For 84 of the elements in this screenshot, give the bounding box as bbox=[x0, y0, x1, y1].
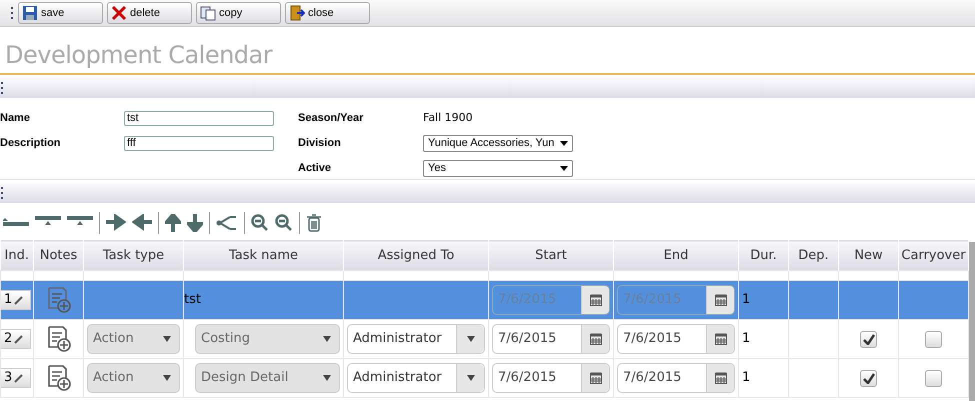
field-label: Name bbox=[0, 111, 31, 126]
column-header[interactable]: Dur. bbox=[738, 240, 788, 270]
checkbox[interactable] bbox=[925, 330, 942, 348]
dropdown[interactable]: Administrator bbox=[347, 363, 485, 393]
arrow-left-icon[interactable] bbox=[132, 214, 152, 232]
checkmark-icon bbox=[862, 334, 874, 344]
dropdown[interactable]: Yunique Accessories, Yun bbox=[423, 135, 573, 152]
dropdown[interactable]: Action bbox=[87, 324, 180, 354]
column-header[interactable]: Carryover bbox=[898, 240, 968, 270]
add-note-icon[interactable] bbox=[46, 326, 70, 352]
pencil-icon bbox=[14, 295, 24, 305]
add-note-icon[interactable] bbox=[46, 365, 70, 391]
table-cell: 1 bbox=[738, 358, 788, 398]
column-header[interactable]: End bbox=[614, 240, 738, 270]
save-icon bbox=[22, 5, 38, 21]
caret-icon bbox=[466, 336, 474, 342]
calendar-icon bbox=[590, 333, 602, 345]
column-header[interactable]: Task name bbox=[184, 240, 344, 270]
date-field[interactable]: 7/6/2015 bbox=[617, 363, 735, 393]
zoom-out-icon[interactable] bbox=[275, 214, 293, 232]
calendar-icon bbox=[714, 372, 726, 384]
checkbox[interactable] bbox=[860, 370, 877, 386]
caret-icon bbox=[560, 141, 568, 146]
delete-button[interactable]: delete bbox=[107, 2, 192, 24]
caret-icon bbox=[323, 336, 331, 342]
column-header[interactable]: Ind. bbox=[0, 240, 34, 270]
field-label: Season/Year bbox=[298, 111, 364, 126]
arrow-right-icon[interactable] bbox=[106, 214, 126, 232]
calendar-icon bbox=[590, 294, 602, 306]
save-button[interactable]: save bbox=[18, 2, 103, 24]
grip-icon bbox=[1, 81, 4, 95]
arrow-up-icon[interactable] bbox=[165, 214, 181, 232]
field-label: Description bbox=[0, 136, 62, 152]
copy-button[interactable]: copy bbox=[196, 2, 281, 24]
checkbox[interactable] bbox=[860, 330, 877, 348]
documents-icon bbox=[200, 5, 216, 21]
pencil-icon bbox=[14, 334, 24, 344]
dropdown[interactable]: Yes bbox=[423, 160, 573, 177]
column-header[interactable]: Dep. bbox=[788, 240, 838, 270]
calendar-icon bbox=[590, 372, 602, 384]
page-title: Development Calendar bbox=[0, 27, 975, 75]
table-cell: tst bbox=[184, 280, 344, 320]
column-header[interactable]: Assigned To bbox=[344, 240, 488, 270]
caret-icon bbox=[323, 375, 331, 381]
trash-icon[interactable] bbox=[306, 214, 322, 232]
row-index-button[interactable]: 2 bbox=[1, 329, 31, 349]
column-header[interactable]: New bbox=[838, 240, 898, 270]
input-field[interactable]: fff bbox=[124, 136, 274, 151]
dropdown[interactable]: Administrator bbox=[347, 324, 485, 354]
caret-icon bbox=[163, 336, 171, 342]
table-cell: 1 bbox=[738, 280, 788, 320]
checkmark-icon bbox=[862, 372, 874, 384]
calendar-icon bbox=[714, 333, 726, 345]
field-label: Division bbox=[298, 136, 342, 152]
zoom-in-icon[interactable] bbox=[251, 214, 269, 232]
table-cell: 1 bbox=[738, 320, 788, 358]
date-field[interactable]: 7/6/2015 bbox=[492, 363, 610, 393]
dropdown[interactable]: Design Detail bbox=[195, 363, 340, 393]
field-label: Active bbox=[298, 161, 332, 176]
column-header[interactable]: Task type bbox=[84, 240, 184, 270]
door-icon bbox=[289, 5, 305, 21]
row-index-button[interactable]: 3 bbox=[1, 368, 31, 388]
scrollbar[interactable] bbox=[969, 242, 975, 401]
field-value: Fall 1900 bbox=[423, 110, 473, 126]
date-field[interactable]: 7/6/2015 bbox=[617, 324, 735, 354]
checkbox[interactable] bbox=[925, 370, 942, 386]
arrow-down-icon[interactable] bbox=[187, 214, 203, 232]
close-icon bbox=[111, 5, 127, 21]
caret-icon bbox=[466, 375, 474, 381]
date-field[interactable]: 7/6/2015 bbox=[492, 324, 610, 354]
column-header[interactable]: Notes bbox=[34, 240, 84, 270]
dropdown[interactable]: Costing bbox=[195, 324, 340, 354]
caret-icon bbox=[163, 375, 171, 381]
caret-icon bbox=[560, 166, 568, 171]
calendar-icon bbox=[714, 294, 726, 306]
dropdown[interactable]: Action bbox=[87, 363, 180, 393]
pencil-icon bbox=[14, 373, 24, 383]
input-field[interactable]: tst bbox=[124, 111, 274, 126]
grip-icon bbox=[1, 186, 4, 200]
column-header[interactable]: Start bbox=[488, 240, 614, 270]
row-index-button[interactable]: 1 bbox=[1, 290, 31, 310]
grip-icon bbox=[11, 6, 14, 20]
close-button[interactable]: close bbox=[285, 2, 370, 24]
link-icon[interactable] bbox=[216, 214, 238, 232]
